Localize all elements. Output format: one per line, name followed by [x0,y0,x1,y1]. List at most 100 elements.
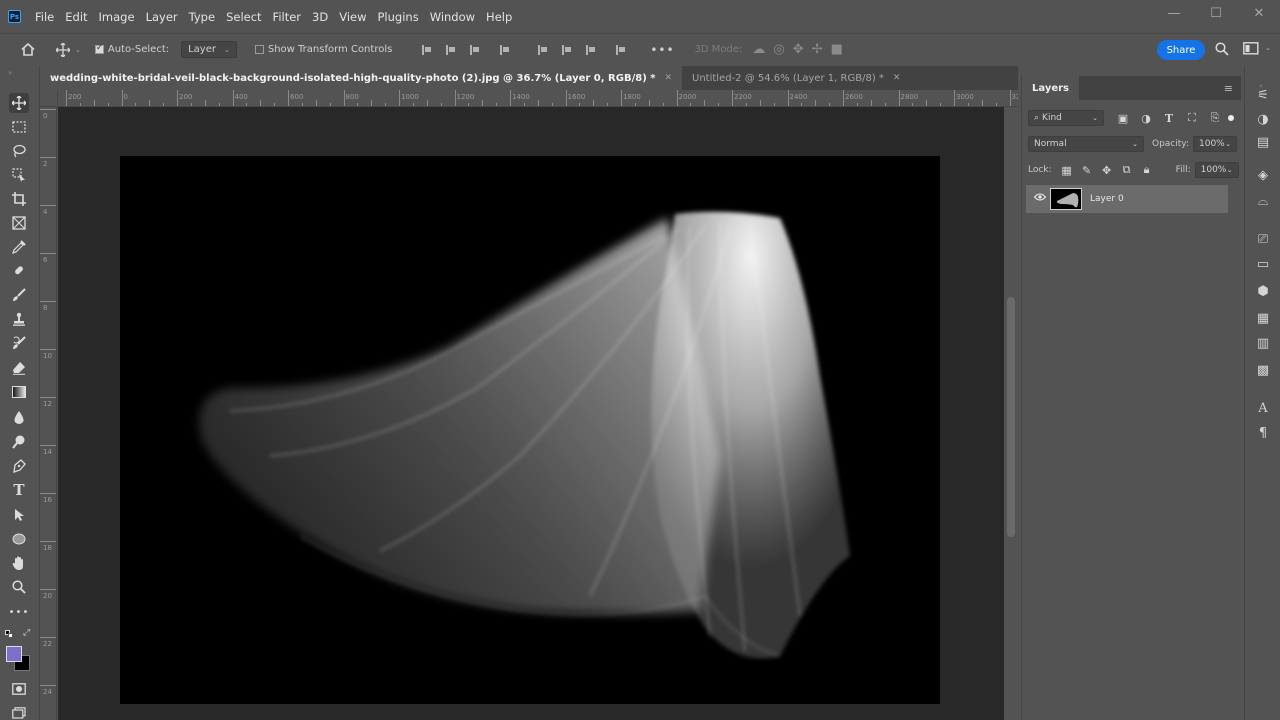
properties-icon[interactable]: ⎚ [1254,230,1272,248]
minimize-icon[interactable]: — [1164,6,1184,21]
canvas-vertical-scrollbar[interactable] [1004,107,1018,720]
tab-untitled-2-document[interactable]: Untitled-2 @ 54.6% (Layer 1, RGB/8) * ✕ [682,66,910,90]
search-icon[interactable] [1215,42,1229,56]
object-select-tool-icon[interactable] [9,165,29,185]
more-options-icon[interactable]: ••• [650,43,674,57]
eye-icon[interactable] [1034,193,1046,201]
home-icon[interactable] [20,43,36,56]
paths-icon[interactable]: ⌓ [1254,192,1272,210]
close-icon[interactable]: ✕ [664,73,672,83]
workspace-icon[interactable] [1243,42,1259,55]
tab-layers[interactable]: Layers [1022,76,1079,100]
align-top-icon[interactable] [538,44,548,55]
distribute-horizontal-icon[interactable] [500,44,510,55]
gradient-tool-icon[interactable] [9,382,29,402]
3d-materials-icon[interactable]: ⬢ [1254,282,1272,300]
character-icon[interactable]: A [1254,399,1272,417]
scrollbar-thumb[interactable] [1007,297,1015,537]
swap-colors-icon[interactable]: ⤢ [23,628,30,638]
blend-mode-dropdown[interactable]: Normal ⌄ [1028,136,1144,152]
vertical-ruler[interactable]: 02468101214161820222426 [40,107,57,720]
ellipse-tool-icon[interactable] [9,529,29,549]
tables-icon[interactable]: ▦ [1254,309,1272,327]
dodge-tool-icon[interactable] [9,432,29,452]
menu-help[interactable]: Help [486,10,512,24]
filter-shape-layer-icon[interactable]: ⛶ [1183,111,1201,125]
ruler-origin[interactable] [40,90,58,107]
eyedropper-tool-icon[interactable] [9,237,29,257]
filter-smart-object-icon[interactable]: ⎘ [1206,111,1224,125]
more-tools-icon[interactable]: ••• [9,602,29,622]
filter-type-layer-icon[interactable]: T [1160,112,1178,125]
filter-adjustment-layer-icon[interactable]: ◑ [1137,112,1155,125]
crop-tool-icon[interactable] [9,189,29,209]
filter-toggle-icon[interactable] [1228,115,1234,121]
align-middle-icon[interactable] [562,44,572,55]
maximize-icon[interactable]: ☐ [1206,6,1226,21]
panel-menu-icon[interactable]: ≡ [1224,82,1233,95]
menu-view[interactable]: View [339,10,366,24]
auto-select-checkbox[interactable]: Auto-Select: [94,43,169,55]
history-brush-icon[interactable] [9,333,29,353]
menu-plugins[interactable]: Plugins [378,10,419,24]
lock-all-icon[interactable]: 🔒︎ [1138,163,1156,177]
lasso-tool-icon[interactable] [9,141,29,161]
move-tool-preset-icon[interactable] [56,42,70,57]
comments-icon[interactable]: ▭ [1254,255,1272,273]
hand-tool-icon[interactable] [9,553,29,573]
paragraph-icon[interactable]: ¶ [1254,424,1272,442]
frame-tool-icon[interactable] [9,213,29,233]
type-tool-icon[interactable]: T [9,480,29,500]
color-icon[interactable]: ◑ [1254,110,1272,128]
screen-mode-icon[interactable] [9,703,29,720]
menu-file[interactable]: File [35,10,54,24]
lock-image-pixels-icon[interactable]: ✎ [1078,164,1096,177]
patterns-icon[interactable]: ◈ [1254,166,1272,184]
panel-grip-icon[interactable]: » [8,69,12,77]
path-select-icon[interactable] [9,505,29,525]
clone-stamp-icon[interactable] [9,309,29,329]
filter-pixel-layer-icon[interactable]: ▣ [1114,112,1132,125]
lock-artboard-icon[interactable]: ⧉ [1118,163,1136,177]
adjustments-icon[interactable]: ⚟ [1254,86,1272,104]
menu-filter[interactable]: Filter [273,10,301,24]
channels-icon[interactable]: ▩ [1254,361,1272,379]
layer-filter-dropdown[interactable]: ⌕ Kind ⌄ [1028,110,1104,126]
zoom-tool-icon[interactable] [9,577,29,597]
blur-tool-icon[interactable] [9,408,29,428]
move-tool-icon[interactable] [9,93,29,113]
marquee-tool-icon[interactable] [9,117,29,137]
opacity-field[interactable]: 100% ⌄ [1193,136,1237,152]
menu-type[interactable]: Type [189,10,215,24]
fill-field[interactable]: 100% ⌄ [1194,162,1239,178]
distribute-vertical-icon[interactable] [616,44,626,55]
healing-brush-icon[interactable] [9,261,29,281]
menu-select[interactable]: Select [226,10,261,24]
auto-select-target-dropdown[interactable]: Layer ⌄ [181,41,237,58]
default-colors-icon[interactable] [5,630,13,638]
share-button[interactable]: Share [1157,40,1205,60]
menu-layer[interactable]: Layer [146,10,178,24]
align-center-icon[interactable] [446,44,456,55]
show-transform-checkbox[interactable]: Show Transform Controls [254,44,392,55]
chevron-down-icon[interactable]: ⌄ [75,46,81,54]
gradients-icon[interactable]: ▥ [1254,334,1272,352]
quick-mask-icon[interactable] [9,679,29,699]
menu-image[interactable]: Image [99,10,135,24]
foreground-color-swatch[interactable] [6,646,22,662]
horizontal-ruler[interactable]: 200 0 200 400 600 800 1000 1200 1400 1600 1800 2000… [58,90,1018,107]
layer-item[interactable]: Layer 0 [1026,185,1228,213]
eraser-tool-icon[interactable] [9,358,29,378]
chevron-down-icon[interactable]: ⌄ [1265,44,1271,52]
align-bottom-icon[interactable] [586,44,596,55]
menu-window[interactable]: Window [430,10,475,24]
align-right-icon[interactable] [470,44,480,55]
lock-position-icon[interactable]: ✥ [1098,164,1116,177]
pen-tool-icon[interactable] [9,456,29,476]
close-icon[interactable]: ✕ [893,73,901,83]
document-canvas[interactable] [120,156,940,704]
menu-3d[interactable]: 3D [312,10,328,24]
menu-edit[interactable]: Edit [65,10,87,24]
tab-wedding-veil-document[interactable]: wedding-white-bridal-veil-black-backgrou… [40,66,683,90]
close-icon[interactable]: ✕ [1249,6,1269,21]
